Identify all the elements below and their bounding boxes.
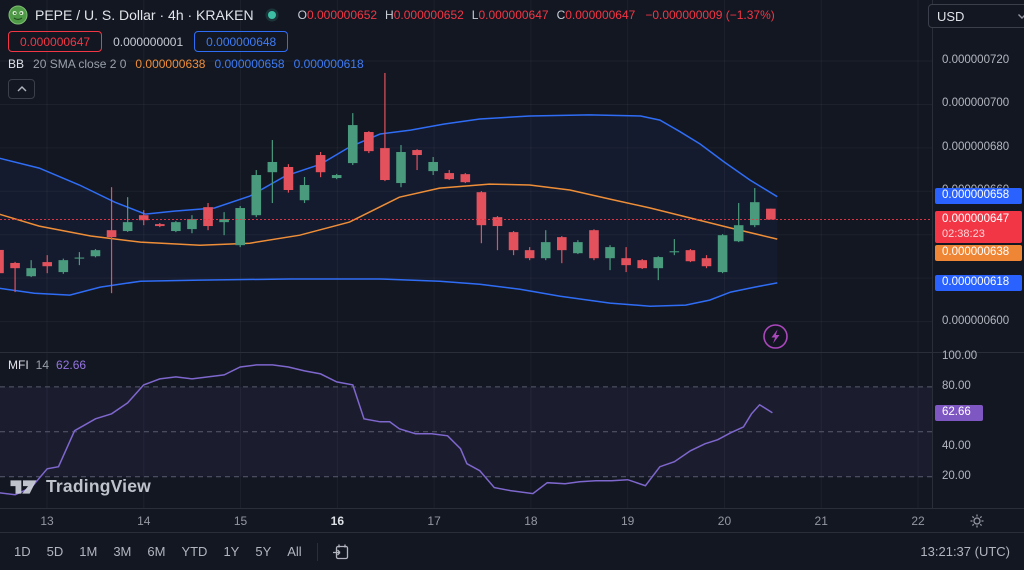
pepe-logo-icon xyxy=(8,5,28,25)
ohlc-values: O0.000000652 H0.000000652 L0.000000647 C… xyxy=(297,8,775,22)
range-button-ytd[interactable]: YTD xyxy=(173,540,215,563)
mfi-period: 14 xyxy=(35,358,50,372)
mfi-current-value: 62.66 xyxy=(56,358,87,372)
time-label-22: 22 xyxy=(911,514,925,528)
time-label-20: 20 xyxy=(717,514,732,528)
bb-upper-axis-label: 0.000000658 xyxy=(935,187,1022,204)
currency-selector[interactable]: USD xyxy=(928,4,1024,28)
collapse-legend-button[interactable] xyxy=(8,79,35,99)
bottom-toolbar: 1D 5D 1M 3M 6M YTD 1Y 5Y All 13:21:37 (UTC) xyxy=(0,532,1024,570)
range-button-all[interactable]: All xyxy=(279,540,309,563)
clock[interactable]: 13:21:37 (UTC) xyxy=(920,544,1018,559)
chevron-up-icon xyxy=(16,85,28,93)
change-value: −0.000000009 (−1.37%) xyxy=(645,8,775,22)
lightning-icon xyxy=(762,323,789,350)
time-axis[interactable]: 13 14 15 16 17 18 19 20 21 22 xyxy=(0,508,1024,533)
chart-area[interactable] xyxy=(0,0,1024,508)
time-label-13: 13 xyxy=(40,514,54,528)
chevron-down-icon xyxy=(1017,13,1024,20)
bb-lower-value: 0.000000618 xyxy=(293,57,364,71)
time-label-16: 16 xyxy=(330,514,345,528)
symbol-title[interactable]: PEPE / U. S. Dollar · 4h · KRAKEN xyxy=(35,7,254,23)
bb-upper-value: 0.000000658 xyxy=(214,57,285,71)
range-button-1y[interactable]: 1Y xyxy=(215,540,247,563)
last-price-axis-label: 0.000000647 02:38:23 xyxy=(935,210,1022,243)
mfi-tick: 100.00 xyxy=(942,349,978,362)
range-button-5d[interactable]: 5D xyxy=(39,540,72,563)
high-value: 0.000000652 xyxy=(393,8,464,22)
tradingview-logo-icon xyxy=(8,477,38,497)
calendar-icon xyxy=(331,542,351,562)
time-label-15: 15 xyxy=(233,514,248,528)
bollinger-bands xyxy=(0,114,778,307)
time-label-19: 19 xyxy=(620,514,635,528)
bar-countdown: 02:38:23 xyxy=(942,227,985,240)
range-button-1d[interactable]: 1D xyxy=(6,540,39,563)
low-value: 0.000000647 xyxy=(478,8,549,22)
time-label-21: 21 xyxy=(814,514,828,528)
bb-name[interactable]: BB xyxy=(8,57,24,71)
price-tick: 0.000000680 xyxy=(942,140,1010,153)
open-value: 0.000000652 xyxy=(306,8,378,22)
tradingview-logo-text: TradingView xyxy=(46,476,151,496)
tradingview-logo[interactable]: TradingView xyxy=(8,476,151,497)
mfi-name[interactable]: MFI xyxy=(8,358,29,372)
quick-action-button[interactable] xyxy=(762,323,789,350)
bb-basis-axis-label: 0.000000638 xyxy=(935,244,1022,261)
bb-params: 20 SMA close 2 0 xyxy=(33,57,127,71)
tradingview-chart-window: PEPE / U. S. Dollar · 4h · KRAKEN O0.000… xyxy=(0,0,1024,570)
go-to-date-button[interactable] xyxy=(325,540,357,564)
bb-basis-value: 0.000000638 xyxy=(135,57,206,71)
range-button-3m[interactable]: 3M xyxy=(105,540,139,563)
ask-button[interactable]: 0.000000648 xyxy=(194,31,289,52)
price-axis[interactable]: 20.00 40.00 80.00 100.00 0.000000600 0.000000… xyxy=(932,0,1024,508)
mfi-tick: 40.00 xyxy=(942,439,971,452)
close-value: 0.000000647 xyxy=(565,8,636,22)
price-tick: 0.000000600 xyxy=(942,314,1010,327)
chart-canvas[interactable] xyxy=(0,0,1024,508)
gear-icon[interactable] xyxy=(969,513,985,534)
market-status-icon[interactable] xyxy=(265,8,279,22)
bid-ask-row: 0.000000647 0.000000001 0.000000648 xyxy=(8,31,289,52)
currency-value: USD xyxy=(937,8,965,24)
mfi-indicator-legend[interactable]: MFI 14 62.66 xyxy=(8,358,86,372)
mfi-tick: 20.00 xyxy=(942,469,971,482)
range-button-1m[interactable]: 1M xyxy=(71,540,105,563)
time-label-17: 17 xyxy=(427,514,441,528)
range-button-6m[interactable]: 6M xyxy=(139,540,173,563)
price-tick: 0.000000700 xyxy=(942,97,1010,110)
range-button-5y[interactable]: 5Y xyxy=(247,540,279,563)
time-label-18: 18 xyxy=(524,514,538,528)
bid-button[interactable]: 0.000000647 xyxy=(8,31,103,52)
time-label-14: 14 xyxy=(137,514,151,528)
symbol-header: PEPE / U. S. Dollar · 4h · KRAKEN O0.000… xyxy=(8,4,775,26)
bb-indicator-legend[interactable]: BB 20 SMA close 2 0 0.000000638 0.000000… xyxy=(8,57,364,71)
toolbar-divider xyxy=(316,542,318,561)
bb-lower-axis-label: 0.000000618 xyxy=(935,274,1022,291)
spread-value: 0.000000001 xyxy=(113,34,184,49)
price-tick: 0.000000720 xyxy=(942,54,1010,67)
mfi-tick: 80.00 xyxy=(942,379,971,392)
mfi-axis-label: 62.66 xyxy=(935,404,983,421)
